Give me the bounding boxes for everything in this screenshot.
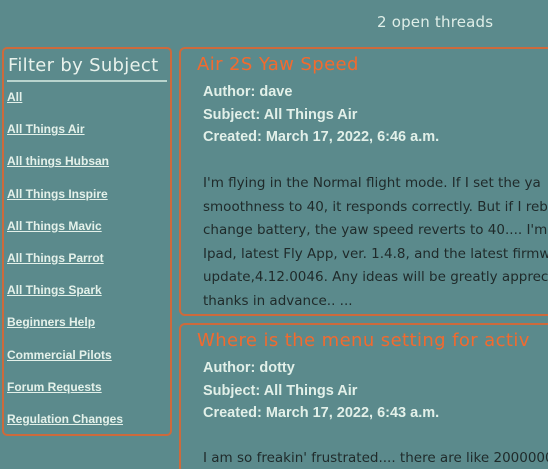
thread-body: I'm flying in the Normal flight mode. If… xyxy=(203,172,548,313)
thread-card: Air 2S Yaw Speed Author: dave Subject: A… xyxy=(179,47,548,316)
thread-created-date: Created: March 17, 2022, 6:43 a.m. xyxy=(203,405,440,421)
filter-item-commercial-pilots: Commercial Pilots xyxy=(7,345,123,377)
filter-link-all-things-inspire[interactable]: All Things Inspire xyxy=(7,187,108,201)
filter-item-forum-requests: Forum Requests xyxy=(7,377,123,409)
thread-created-date: Created: March 17, 2022, 6:46 a.m. xyxy=(203,129,440,145)
filter-link-all[interactable]: All xyxy=(7,90,22,104)
sidebar-title: Filter by Subject xyxy=(8,55,159,76)
filter-item-all-things-spark: All Things Spark xyxy=(7,280,123,312)
filter-item-all-things-air: All Things Air xyxy=(7,119,123,151)
sidebar-divider xyxy=(7,80,167,82)
thread-author: Author: dotty xyxy=(203,360,295,376)
thread-body-line: I am so freakin' frustrated.... there ar… xyxy=(203,450,548,466)
filter-item-beginners-help: Beginners Help xyxy=(7,312,123,344)
subject-filter-list: All All Things Air All things Hubsan All… xyxy=(7,87,123,441)
thread-subject: Subject: All Things Air xyxy=(203,107,358,123)
filter-link-regulation-changes[interactable]: Regulation Changes xyxy=(7,412,123,426)
open-threads-count: 2 open threads xyxy=(377,13,494,31)
filter-link-beginners-help[interactable]: Beginners Help xyxy=(7,315,95,329)
filter-link-commercial-pilots[interactable]: Commercial Pilots xyxy=(7,348,112,362)
thread-author: Author: dave xyxy=(203,84,293,100)
thread-body: I am so freakin' frustrated.... there ar… xyxy=(203,447,548,469)
filter-item-all: All xyxy=(7,87,123,119)
filter-item-all-things-inspire: All Things Inspire xyxy=(7,184,123,216)
filter-link-forum-requests[interactable]: Forum Requests xyxy=(7,380,102,394)
filter-link-all-things-parrot[interactable]: All Things Parrot xyxy=(7,251,104,265)
filter-sidebar: Filter by Subject All All Things Air All… xyxy=(2,47,172,436)
thread-body-line: change battery, the yaw speed reverts to… xyxy=(203,222,548,238)
thread-title-link[interactable]: Air 2S Yaw Speed xyxy=(197,54,359,75)
filter-item-all-things-hubsan: All things Hubsan xyxy=(7,151,123,183)
thread-body-line: Ipad, latest Fly App, ver. 1.4.8, and th… xyxy=(203,245,548,262)
filter-item-all-things-mavic: All Things Mavic xyxy=(7,216,123,248)
thread-body-line: smoothness to 40, it responds correctly.… xyxy=(203,198,548,215)
filter-link-all-things-air[interactable]: All Things Air xyxy=(7,122,85,136)
filter-link-all-things-hubsan[interactable]: All things Hubsan xyxy=(7,154,109,168)
filter-link-all-things-mavic[interactable]: All Things Mavic xyxy=(7,219,102,233)
thread-title-link[interactable]: Where is the menu setting for activ xyxy=(197,330,530,351)
filter-item-regulation-changes: Regulation Changes xyxy=(7,409,123,441)
thread-card: Where is the menu setting for activ Auth… xyxy=(179,323,548,469)
filter-item-all-things-parrot: All Things Parrot xyxy=(7,248,123,280)
thread-subject: Subject: All Things Air xyxy=(203,383,358,399)
thread-body-line: thanks in advance.. ... xyxy=(203,292,353,309)
thread-body-line: update,4.12.0046. Any ideas will be grea… xyxy=(203,269,548,285)
thread-body-line: I'm flying in the Normal flight mode. If… xyxy=(203,175,541,191)
filter-link-all-things-spark[interactable]: All Things Spark xyxy=(7,283,102,297)
